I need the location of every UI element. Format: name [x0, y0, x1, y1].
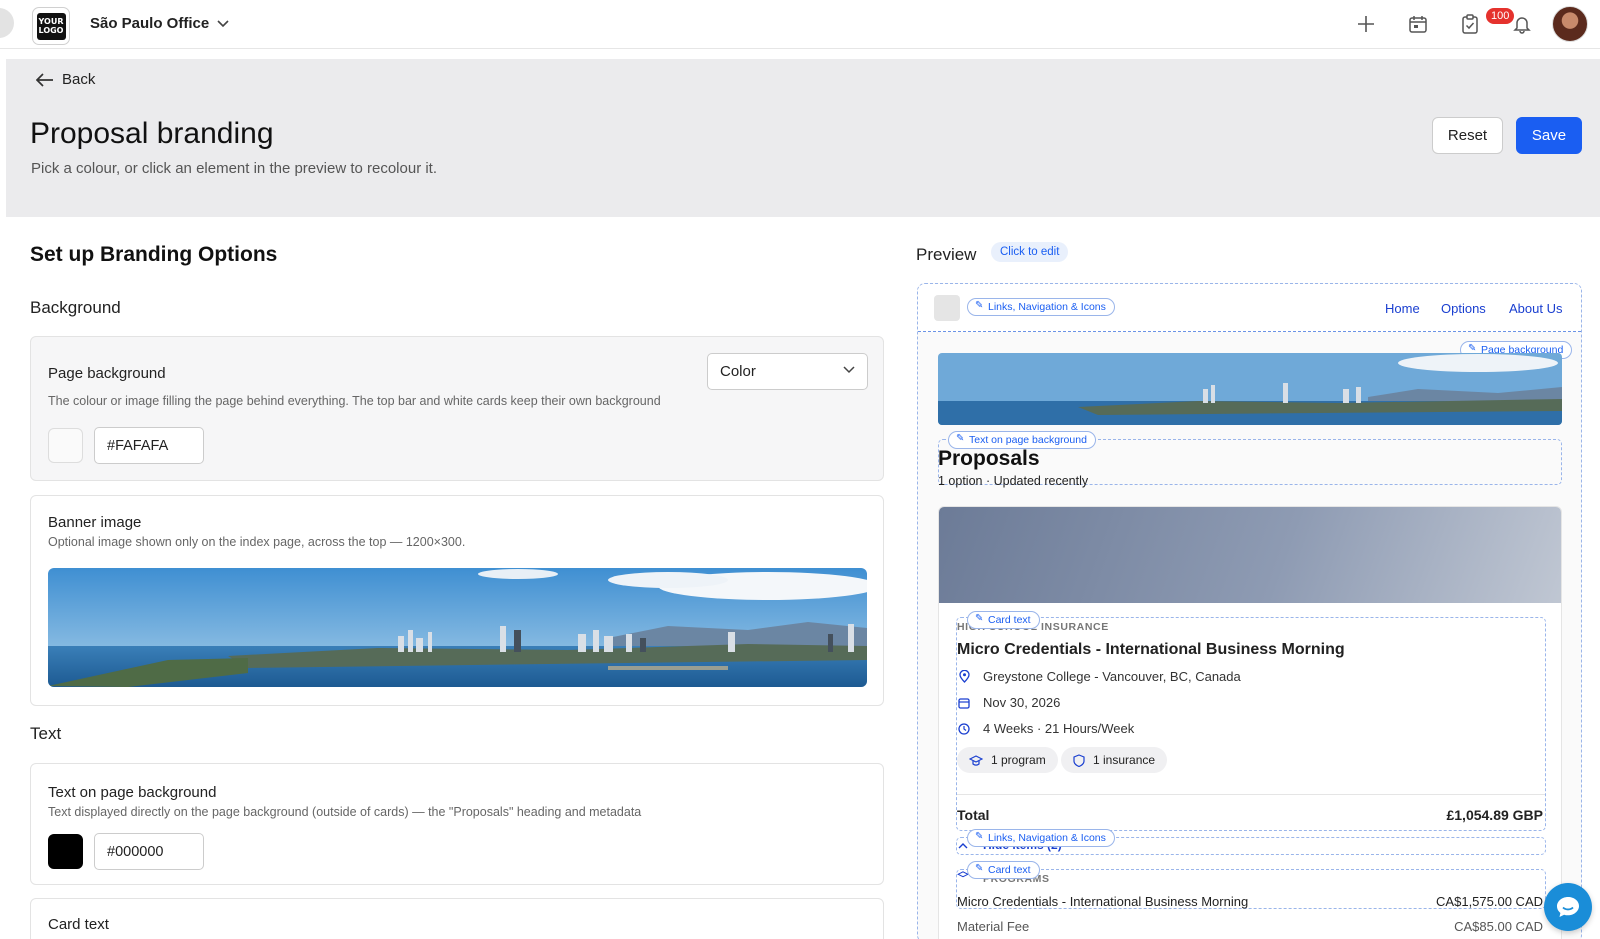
- insurance-count-chip: 1 insurance: [1061, 747, 1168, 773]
- text-on-background-title: Text on page background: [48, 784, 217, 801]
- chevron-down-icon: [843, 366, 855, 374]
- notification-count-badge: 100: [1485, 7, 1516, 25]
- chevron-down-icon: [217, 19, 229, 27]
- chevron-up-icon: [958, 843, 968, 849]
- sidebar-toggle[interactable]: [0, 8, 14, 38]
- option-date-row: Nov 30, 2026: [957, 695, 1060, 710]
- preview-navbar[interactable]: Links, Navigation & Icons Home Options A…: [918, 284, 1581, 332]
- page-header: Back Proposal branding Pick a colour, or…: [6, 59, 1600, 217]
- line-item-program: Micro Credentials - International Busine…: [957, 894, 1249, 909]
- calendar-icon: [957, 697, 971, 709]
- text-on-background-hex-input[interactable]: [94, 833, 204, 870]
- text-on-background-desc: Text displayed directly on the page back…: [48, 805, 642, 819]
- branding-options-title: Set up Branding Options: [30, 243, 278, 266]
- text-on-background-card: Text on page background Text displayed d…: [30, 763, 884, 885]
- preview-title: Preview: [916, 245, 977, 264]
- top-bar: YOUR LOGO São Paulo Office 100: [0, 0, 1600, 49]
- option-date: Nov 30, 2026: [983, 695, 1061, 710]
- card-text-card: Card text: [30, 898, 884, 939]
- divider: [957, 794, 1545, 795]
- links-navigation-tag[interactable]: Links, Navigation & Icons: [967, 829, 1115, 847]
- insurance-count: 1 insurance: [1093, 753, 1156, 767]
- background-type-value: Color: [720, 363, 756, 380]
- option-location-row: Greystone College - Vancouver, BC, Canad…: [957, 669, 1241, 684]
- option-duration: 4 Weeks · 21 Hours/Week: [983, 721, 1135, 736]
- preview-nav-about[interactable]: About Us: [1509, 301, 1562, 316]
- office-switcher[interactable]: São Paulo Office: [90, 15, 229, 32]
- back-button[interactable]: Back: [36, 71, 95, 88]
- program-count-chip: 1 program: [957, 747, 1058, 773]
- chat-bubble-icon: [1557, 897, 1579, 917]
- back-label: Back: [62, 71, 96, 88]
- company-logo[interactable]: YOUR LOGO: [32, 7, 70, 45]
- preview-option-card[interactable]: HIGH SCHOOL INSURANCE Card text Micro Cr…: [938, 506, 1562, 939]
- banner-image[interactable]: [48, 568, 867, 687]
- chat-support-button[interactable]: [1544, 883, 1592, 931]
- total-value: £1,054.89 GBP: [1446, 807, 1543, 823]
- click-to-edit-badge: Click to edit: [991, 242, 1069, 262]
- plus-icon[interactable]: [1354, 12, 1378, 36]
- preview-meta: 1 option · Updated recently: [938, 474, 1089, 488]
- logo-text: YOUR LOGO: [36, 12, 66, 40]
- option-location: Greystone College - Vancouver, BC, Canad…: [983, 669, 1241, 684]
- page-subtitle: Pick a colour, or click an element in th…: [31, 160, 438, 177]
- preview-nav-options[interactable]: Options: [1441, 301, 1486, 316]
- map-pin-icon: [957, 670, 971, 683]
- line-item-program-price: CA$1,575.00 CAD: [1436, 894, 1543, 909]
- line-item-material-fee: Material Fee: [957, 919, 1030, 934]
- preview-heading: Proposals: [938, 447, 1040, 470]
- page-background-desc: The colour or image filling the page beh…: [48, 394, 661, 408]
- clock-icon: [957, 722, 971, 735]
- background-section-title: Background: [30, 298, 121, 317]
- card-text-tag[interactable]: Card text: [967, 861, 1040, 879]
- reset-button[interactable]: Reset: [1432, 117, 1503, 154]
- preview-nav-home[interactable]: Home: [1385, 301, 1420, 316]
- page-background-title: Page background: [48, 365, 166, 382]
- page-background-swatch[interactable]: [48, 428, 83, 463]
- preview-frame[interactable]: Links, Navigation & Icons Home Options A…: [917, 283, 1582, 939]
- text-on-background-tag[interactable]: Text on page background: [948, 431, 1096, 449]
- page-title: Proposal branding: [30, 117, 274, 150]
- line-item-material-fee-price: CA$85.00 CAD: [1454, 919, 1543, 934]
- save-button[interactable]: Save: [1516, 117, 1582, 154]
- banner-image-desc: Optional image shown only on the index p…: [48, 535, 466, 549]
- graduation-cap-icon: [969, 754, 983, 766]
- option-card-image: [939, 507, 1561, 603]
- user-avatar[interactable]: [1552, 6, 1588, 42]
- text-on-background-swatch[interactable]: [48, 834, 83, 869]
- program-count: 1 program: [991, 753, 1046, 767]
- office-name: São Paulo Office: [90, 15, 210, 32]
- option-title: Micro Credentials - International Busine…: [957, 641, 1345, 658]
- clipboard-check-icon[interactable]: [1458, 12, 1482, 36]
- preview-logo-placeholder: [934, 295, 960, 321]
- total-label: Total: [957, 807, 990, 823]
- shield-icon: [1073, 753, 1085, 767]
- option-duration-row: 4 Weeks · 21 Hours/Week: [957, 721, 1134, 736]
- page-background-card: Page background The colour or image fill…: [30, 336, 884, 481]
- page-background-hex-input[interactable]: [94, 427, 204, 464]
- text-section-title: Text: [30, 724, 62, 743]
- links-navigation-tag[interactable]: Links, Navigation & Icons: [967, 298, 1115, 316]
- banner-image-title: Banner image: [48, 514, 142, 531]
- background-type-select[interactable]: Color: [707, 353, 868, 390]
- card-text-title: Card text: [48, 916, 109, 933]
- calendar-icon[interactable]: [1406, 12, 1430, 36]
- preview-banner-image[interactable]: [938, 353, 1562, 425]
- arrow-left-icon: [36, 72, 53, 87]
- card-text-tag[interactable]: Card text: [967, 611, 1040, 629]
- banner-image-card: Banner image Optional image shown only o…: [30, 495, 884, 706]
